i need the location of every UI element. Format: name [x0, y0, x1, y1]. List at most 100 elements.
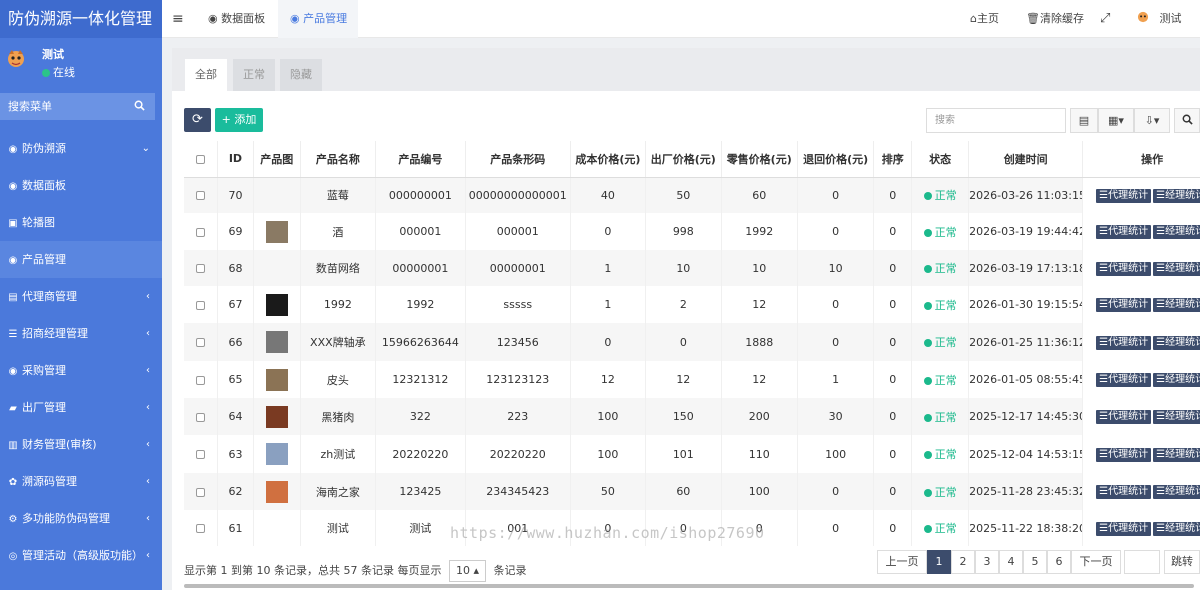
clear-cache-button[interactable]: 🗑清除缓存 — [1026, 0, 1084, 38]
tab-normal[interactable]: 正常 — [233, 59, 275, 91]
page-size-select[interactable]: 10 ▴ — [448, 560, 486, 582]
agent-stats-button[interactable]: ☰代理统计 — [1096, 521, 1152, 536]
column-header[interactable]: 零售价格(元) — [721, 141, 798, 178]
product-image[interactable] — [253, 177, 301, 213]
product-thumbnail[interactable] — [265, 443, 288, 465]
table-row[interactable]: 68 数苗网络 00000001 00000001 1 10 10 10 0 正常 2026-03-… — [184, 250, 1200, 286]
row-checkbox[interactable] — [184, 177, 219, 213]
column-header[interactable]: 状态 — [911, 141, 970, 178]
agent-stats-button[interactable]: ☰代理统计 — [1096, 188, 1152, 203]
row-checkbox[interactable] — [184, 213, 219, 250]
manager-stats-button[interactable]: ☰经理统计 — [1153, 298, 1200, 312]
product-thumbnail[interactable] — [265, 405, 288, 428]
product-image[interactable] — [253, 435, 301, 473]
agent-stats-button[interactable]: ☰代理统计 — [1096, 298, 1152, 312]
table-row[interactable]: 67 1992 1992 sssss 1 2 12 0 0 正常 2026-01-30 19:15:… — [184, 286, 1200, 323]
column-header[interactable]: 产品名称 — [300, 141, 377, 178]
table-row[interactable]: 65 皮头 12321312 123123123 12 12 12 1 0 正常 2026-01-0… — [184, 361, 1200, 398]
sidebar-item[interactable]: ◎ 管理活动（高级版功能） ‹ — [0, 537, 162, 574]
page-button[interactable]: 1 — [927, 550, 951, 574]
columns-icon[interactable]: ▦▾ — [1098, 108, 1134, 133]
agent-stats-button[interactable]: ☰代理统计 — [1096, 225, 1152, 239]
sidebar-item[interactable]: ◉ 数据面板 — [0, 167, 162, 204]
table-row[interactable]: 62 海南之家 123425 234345423 50 60 100 0 0 正常 2025-11-… — [184, 473, 1200, 510]
row-checkbox[interactable] — [184, 361, 219, 398]
row-checkbox[interactable] — [184, 323, 219, 361]
jump-page-input[interactable] — [1124, 550, 1160, 574]
select-all-checkbox[interactable] — [184, 141, 219, 178]
manager-stats-button[interactable]: ☰经理统计 — [1153, 335, 1200, 350]
add-button[interactable]: + 添加 — [215, 108, 263, 132]
product-thumbnail[interactable] — [265, 368, 288, 391]
home-link[interactable]: ⌂主页 — [970, 0, 999, 38]
fullscreen-icon[interactable]: ⤢ — [1100, 0, 1110, 38]
agent-stats-button[interactable]: ☰代理统计 — [1096, 410, 1152, 424]
manager-stats-button[interactable]: ☰经理统计 — [1153, 188, 1200, 203]
search-icon[interactable] — [134, 93, 145, 120]
row-checkbox[interactable] — [184, 435, 219, 473]
sidebar-item[interactable]: ▥ 财务管理(审核) ‹ — [0, 426, 162, 463]
manager-stats-button[interactable]: ☰经理统计 — [1153, 485, 1200, 499]
row-checkbox[interactable] — [184, 398, 219, 435]
row-checkbox[interactable] — [184, 473, 219, 510]
page-button[interactable]: 6 — [1047, 550, 1071, 574]
sidebar-item[interactable]: ☰ 招商经理管理 ‹ — [0, 315, 162, 352]
manager-stats-button[interactable]: ☰经理统计 — [1153, 373, 1200, 387]
product-thumbnail[interactable] — [265, 331, 288, 353]
sidebar-item[interactable]: ✿ 溯源码管理 ‹ — [0, 463, 162, 500]
column-header[interactable]: 排序 — [873, 141, 913, 178]
refresh-button[interactable]: ⟳ — [184, 108, 211, 132]
product-image[interactable] — [253, 286, 301, 323]
status-badge[interactable]: 正常 — [911, 286, 970, 323]
column-header[interactable]: 创建时间 — [968, 141, 1084, 178]
sidebar-item[interactable]: ⚙ 多功能防伪码管理 ‹ — [0, 500, 162, 537]
agent-stats-button[interactable]: ☰代理统计 — [1096, 373, 1152, 387]
menu-search-input[interactable]: 搜索菜单 — [0, 93, 155, 120]
manager-stats-button[interactable]: ☰经理统计 — [1153, 410, 1200, 424]
app-title[interactable]: 防伪溯源一体化管理 — [0, 0, 162, 38]
column-header[interactable]: 产品编号 — [375, 141, 466, 178]
status-badge[interactable]: 正常 — [911, 323, 970, 361]
tab-products[interactable]: ◉ 产品管理 — [278, 0, 358, 38]
table-row[interactable]: 70 蓝莓 000000001 00000000000001 40 50 60 0 0 正常 202… — [184, 177, 1200, 213]
page-button[interactable]: 3 — [975, 550, 999, 574]
row-checkbox[interactable] — [184, 510, 219, 546]
row-checkbox[interactable] — [184, 286, 219, 323]
table-row[interactable]: 63 zh测试 20220220 20220220 100 101 110 100 0 正常 202… — [184, 435, 1200, 473]
status-badge[interactable]: 正常 — [911, 473, 970, 510]
product-image[interactable] — [253, 323, 301, 361]
product-image[interactable] — [253, 250, 301, 286]
product-image[interactable] — [253, 398, 301, 435]
menu-toggle-icon[interactable]: ≡ — [172, 0, 192, 38]
tab-dashboard[interactable]: ◉ 数据面板 — [198, 0, 275, 38]
status-badge[interactable]: 正常 — [911, 435, 970, 473]
table-row[interactable]: 66 XXX牌轴承 15966263644 123456 0 0 1888 0 0 正常 2026-… — [184, 323, 1200, 361]
agent-stats-button[interactable]: ☰代理统计 — [1096, 261, 1152, 276]
column-header[interactable]: 操作 — [1082, 141, 1200, 178]
sidebar-item[interactable]: ◉ 采购管理 ‹ — [0, 352, 162, 389]
product-image[interactable] — [253, 510, 301, 546]
manager-stats-button[interactable]: ☰经理统计 — [1153, 447, 1200, 462]
sidebar-item[interactable]: ▰ 出厂管理 ‹ — [0, 389, 162, 426]
manager-stats-button[interactable]: ☰经理统计 — [1153, 261, 1200, 276]
manager-stats-button[interactable]: ☰经理统计 — [1153, 225, 1200, 239]
table-search-input[interactable]: 搜索 — [926, 108, 1066, 133]
sidebar-item[interactable]: ◉ 产品管理 — [0, 241, 162, 278]
product-thumbnail[interactable] — [265, 293, 288, 316]
status-badge[interactable]: 正常 — [911, 510, 970, 546]
table-row[interactable]: 64 黑猪肉 322 223 100 150 200 30 0 正常 2025-12-17 14:4… — [184, 398, 1200, 435]
agent-stats-button[interactable]: ☰代理统计 — [1096, 447, 1152, 462]
column-header[interactable]: 出厂价格(元) — [645, 141, 722, 178]
toggle-view-icon[interactable]: ▤ — [1070, 108, 1098, 133]
column-header[interactable]: 退回价格(元) — [797, 141, 875, 178]
table-row[interactable]: 69 酒 000001 000001 0 998 1992 0 0 正常 2026-03-19 19… — [184, 213, 1200, 250]
status-badge[interactable]: 正常 — [911, 213, 970, 250]
sidebar-item[interactable]: ▣ 轮播图 — [0, 204, 162, 241]
page-button[interactable]: 5 — [1023, 550, 1047, 574]
tab-all[interactable]: 全部 — [185, 59, 227, 91]
agent-stats-button[interactable]: ☰代理统计 — [1096, 485, 1152, 499]
next-page-button[interactable]: 下一页 — [1071, 550, 1121, 574]
status-badge[interactable]: 正常 — [911, 361, 970, 398]
tab-hidden[interactable]: 隐藏 — [280, 59, 322, 91]
product-thumbnail[interactable] — [265, 220, 288, 243]
